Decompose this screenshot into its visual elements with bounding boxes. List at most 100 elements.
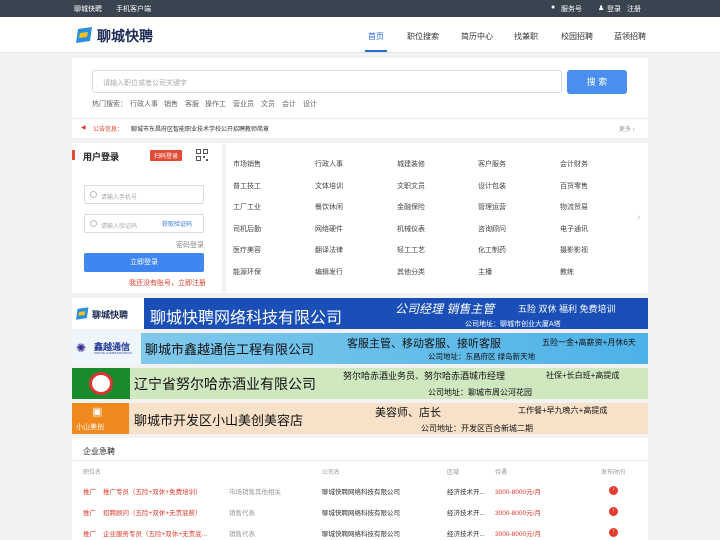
category-link[interactable]: 能源环保 xyxy=(233,267,261,277)
category-link[interactable]: 百货零售 xyxy=(560,181,588,191)
banner-ad[interactable]: 聊城快聘 聊城快聘网络科技有限公司 公司经理 销售主管 五险 双休 福利 免费培… xyxy=(72,298,648,329)
banner-address: 公司地址：东昌府区 绿岛新天地 xyxy=(428,352,536,361)
topbar-mobile-link[interactable]: 手机客户端 xyxy=(116,4,151,14)
nav-part-time[interactable]: 找兼职 xyxy=(514,31,538,42)
banner-jobs: 努尔哈赤酒业务员、努尔哈赤酒城市经理 xyxy=(343,371,506,381)
notice-text[interactable]: 聊城市东昌府区智能职业技术学校公开招聘教师简章 xyxy=(131,124,269,133)
header-company: 公司名 xyxy=(322,470,341,476)
network-icon: ✺ xyxy=(76,341,87,355)
header-job: 职位名 xyxy=(83,470,102,476)
category-link[interactable]: 文体培训 xyxy=(315,181,343,191)
phone-placeholder: 请输入手机号 xyxy=(101,195,138,201)
category-link[interactable]: 主播 xyxy=(478,267,492,277)
login-title: 用户登录 xyxy=(83,152,120,162)
job-tag: 推广 xyxy=(83,531,96,538)
topbar-brand[interactable]: 聊城快聘 xyxy=(74,4,102,14)
topbar-login-link[interactable]: 登录 xyxy=(607,4,621,14)
banner-logo-text: 聊城快聘 xyxy=(92,310,129,320)
gift-icon: ▣ xyxy=(92,406,103,418)
category-link[interactable]: 翻译法律 xyxy=(315,245,343,255)
topbar-service-link[interactable]: 服务号 xyxy=(561,4,582,14)
category-link[interactable]: 管理运营 xyxy=(478,202,506,212)
notice-label: 公告信息： xyxy=(93,127,124,133)
nav-campus[interactable]: 校园招聘 xyxy=(561,31,593,42)
banner-benefits: 五险一金+高薪资+月休6天 xyxy=(542,338,636,347)
hot-search-label: 热门搜索： xyxy=(92,101,127,108)
category-link[interactable]: 工厂工业 xyxy=(233,202,261,212)
get-code-button[interactable]: 获取验证码 xyxy=(162,219,192,228)
hot-search-link[interactable]: 行政人事 xyxy=(130,99,158,109)
banner-benefits: 社保+长白班+高提成 xyxy=(546,371,620,380)
search-input[interactable]: 请输入职位或者公司关键字 xyxy=(92,70,562,93)
category-link[interactable]: 轻工工艺 xyxy=(397,245,425,255)
banner-company: 聊城快聘网络科技有限公司 xyxy=(150,310,343,327)
password-login-link[interactable]: 密码登录 xyxy=(176,240,204,250)
category-link[interactable]: 城建装修 xyxy=(397,159,425,169)
job-salary: 3000-8000元/月 xyxy=(495,489,541,496)
category-link[interactable]: 普工技工 xyxy=(233,181,261,191)
category-link[interactable]: 网络硬件 xyxy=(315,224,343,234)
category-link[interactable]: 物流贸易 xyxy=(560,202,588,212)
category-link[interactable]: 司机后勤 xyxy=(233,224,261,234)
header-time: 发布时间 xyxy=(601,470,626,476)
category-link[interactable]: 摄影影视 xyxy=(560,245,588,255)
category-link[interactable]: 其他分类 xyxy=(397,267,425,277)
notice-more-link[interactable]: 更多 › xyxy=(619,124,635,133)
nav-job-search[interactable]: 职位搜索 xyxy=(407,31,439,42)
job-title-link[interactable]: 企业服务专员（五险+双休+无责底... xyxy=(103,528,207,538)
category-link[interactable]: 编辑发行 xyxy=(315,267,343,277)
category-link[interactable]: 设计包装 xyxy=(478,181,506,191)
divider xyxy=(72,118,648,119)
category-link[interactable]: 餐饮休闲 xyxy=(315,202,343,212)
banner-address: 公司地址：聊城市创业大厦A塔 xyxy=(465,321,561,328)
job-title-link[interactable]: 招聘顾问（五险+双休+无责底薪） xyxy=(103,507,202,517)
qrcode-icon[interactable] xyxy=(196,149,208,161)
wechat-icon: ● xyxy=(551,4,556,11)
hot-search-link[interactable]: 客服 xyxy=(185,99,199,109)
banner-ad[interactable]: ▣ 小山美创 聊城市开发区小山美创美容店 美容师、店长 工作餐+早九晚六+高提成… xyxy=(72,403,648,434)
category-link[interactable]: 会计财务 xyxy=(560,159,588,169)
category-link[interactable]: 化工制药 xyxy=(478,245,506,255)
company-link[interactable]: 聊城快聘网络科技有限公司 xyxy=(322,486,400,496)
hot-search-link[interactable]: 文员 xyxy=(261,99,275,109)
top-bar: 聊城快聘 手机客户端 ● 服务号 ♟ 登录 注册 xyxy=(0,0,720,17)
nav-blue-collar[interactable]: 蓝领招聘 xyxy=(614,31,646,42)
company-link[interactable]: 聊城快聘网络科技有限公司 xyxy=(322,507,400,517)
header-area: 区域 xyxy=(447,470,460,476)
category-link[interactable]: 客户服务 xyxy=(478,159,506,169)
banner-address: 公司地址：聊城市周公河花园 xyxy=(428,388,532,397)
seal-icon xyxy=(89,372,113,395)
category-link[interactable]: 文职文员 xyxy=(397,181,425,191)
job-category: 销售代表 xyxy=(229,510,255,517)
nav-resume-center[interactable]: 简历中心 xyxy=(461,31,493,42)
hot-search-link[interactable]: 销售 xyxy=(164,99,178,109)
company-link[interactable]: 聊城快聘网络科技有限公司 xyxy=(322,528,400,538)
job-salary: 3000-8000元/月 xyxy=(495,510,541,517)
category-link[interactable]: 行政人事 xyxy=(315,159,343,169)
category-link[interactable]: 教练 xyxy=(560,267,574,277)
job-title-link[interactable]: 推广专员（五险+双休+免费培训） xyxy=(103,486,202,496)
banner-ad[interactable]: ✺ 鑫越通信 XINYUE COMMUNICATION 聊城市鑫越通信工程有限公… xyxy=(72,333,648,364)
hot-search-link[interactable]: 操作工 xyxy=(205,99,226,109)
category-link[interactable]: 咨询顾问 xyxy=(478,224,506,234)
phone-field[interactable]: 请输入手机号 xyxy=(84,185,204,204)
category-link[interactable]: 市场销售 xyxy=(233,159,261,169)
site-logo[interactable]: 聊城快聘 xyxy=(97,26,153,46)
hot-search-link[interactable]: 营业员 xyxy=(233,99,254,109)
category-link[interactable]: 机械仪表 xyxy=(397,224,425,234)
scan-login-badge[interactable]: 扫码登录 xyxy=(150,150,183,161)
category-link[interactable]: 电子通讯 xyxy=(560,224,588,234)
banner-ad[interactable]: 辽宁省努尔哈赤酒业有限公司 努尔哈赤酒业务员、努尔哈赤酒城市经理 社保+长白班+… xyxy=(72,368,648,399)
arrow-up-icon: ↑ xyxy=(609,507,618,516)
search-button[interactable]: 搜 索 xyxy=(567,70,627,94)
category-link[interactable]: 医疗美容 xyxy=(233,245,261,255)
nav-home[interactable]: 首页 xyxy=(368,31,384,42)
register-link[interactable]: 我还没有账号，立即注册 xyxy=(129,278,206,288)
chevron-right-icon[interactable]: › xyxy=(637,212,640,223)
banner-company: 聊城市开发区小山美创美容店 xyxy=(134,413,304,428)
hot-search-link[interactable]: 设计 xyxy=(303,99,317,109)
category-link[interactable]: 金融保险 xyxy=(397,202,425,212)
topbar-register-link[interactable]: 注册 xyxy=(627,4,641,14)
login-button[interactable]: 立即登录 xyxy=(84,253,204,272)
hot-search-link[interactable]: 会计 xyxy=(282,99,296,109)
